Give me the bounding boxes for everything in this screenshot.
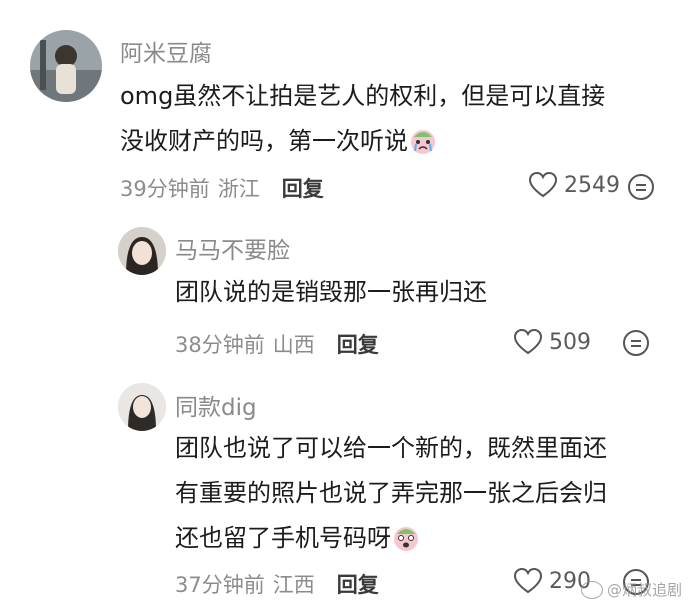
comment-line: omg虽然不让拍是艺人的权利，但是可以直接 [120, 82, 606, 110]
username[interactable]: 同款dig [175, 388, 257, 422]
comment-line-text: 没收财产的吗，第一次听说 [120, 127, 408, 155]
like-button[interactable]: 2549 [528, 171, 620, 199]
weibo-logo-icon [580, 580, 603, 599]
comment-line-text: 还也留了手机号码呀 [175, 524, 391, 552]
comment-line: 团队说的是销毁那一张再归还 [175, 278, 487, 306]
comment-text: 团队也说了可以给一个新的，既然里面还 有重要的照片也说了弄完那一张之后会归 还也… [175, 426, 607, 561]
comment-meta: 38分钟前 山西 回复 [175, 329, 379, 359]
avatar[interactable] [30, 30, 102, 102]
location: 江西 [272, 573, 315, 597]
watermark-text: @炳叔追剧 [606, 581, 682, 599]
timestamp: 37分钟前 [175, 573, 265, 597]
comment-line: 还也留了手机号码呀 [175, 516, 607, 561]
comment-line: 团队也说了可以给一个新的，既然里面还 [175, 434, 607, 462]
username[interactable]: 阿米豆腐 [120, 34, 212, 68]
location: 浙江 [217, 177, 260, 201]
location: 山西 [272, 333, 315, 357]
more-icon[interactable] [621, 328, 651, 358]
comment-meta: 39分钟前 浙江 回复 [120, 173, 324, 203]
watermark: @炳叔追剧 [580, 579, 682, 600]
heart-icon [528, 171, 558, 198]
comment-meta: 37分钟前 江西 回复 [175, 569, 379, 599]
like-button[interactable]: 509 [513, 328, 591, 356]
comment-text: omg虽然不让拍是艺人的权利，但是可以直接 没收财产的吗，第一次听说 [120, 74, 605, 164]
comment-line: 有重要的照片也说了弄完那一张之后会归 [175, 479, 607, 507]
comment-line: 没收财产的吗，第一次听说 [120, 119, 605, 164]
reply-button[interactable]: 回复 [337, 329, 379, 359]
avatar[interactable] [118, 227, 166, 275]
like-count: 2549 [564, 172, 620, 198]
like-button[interactable]: 290 [513, 567, 591, 595]
timestamp: 39分钟前 [120, 177, 210, 201]
avatar[interactable] [118, 383, 166, 431]
reply-button[interactable]: 回复 [337, 569, 379, 599]
heart-icon [513, 328, 543, 355]
scared-face-emoji-icon [394, 527, 418, 551]
more-icon[interactable] [626, 172, 656, 202]
heart-icon [513, 567, 543, 594]
username[interactable]: 马马不要脸 [175, 231, 290, 265]
reply-button[interactable]: 回复 [282, 173, 324, 203]
like-count: 509 [549, 329, 591, 355]
crying-face-emoji-icon [411, 130, 435, 154]
timestamp: 38分钟前 [175, 333, 265, 357]
comment-text: 团队说的是销毁那一张再归还 [175, 270, 487, 315]
